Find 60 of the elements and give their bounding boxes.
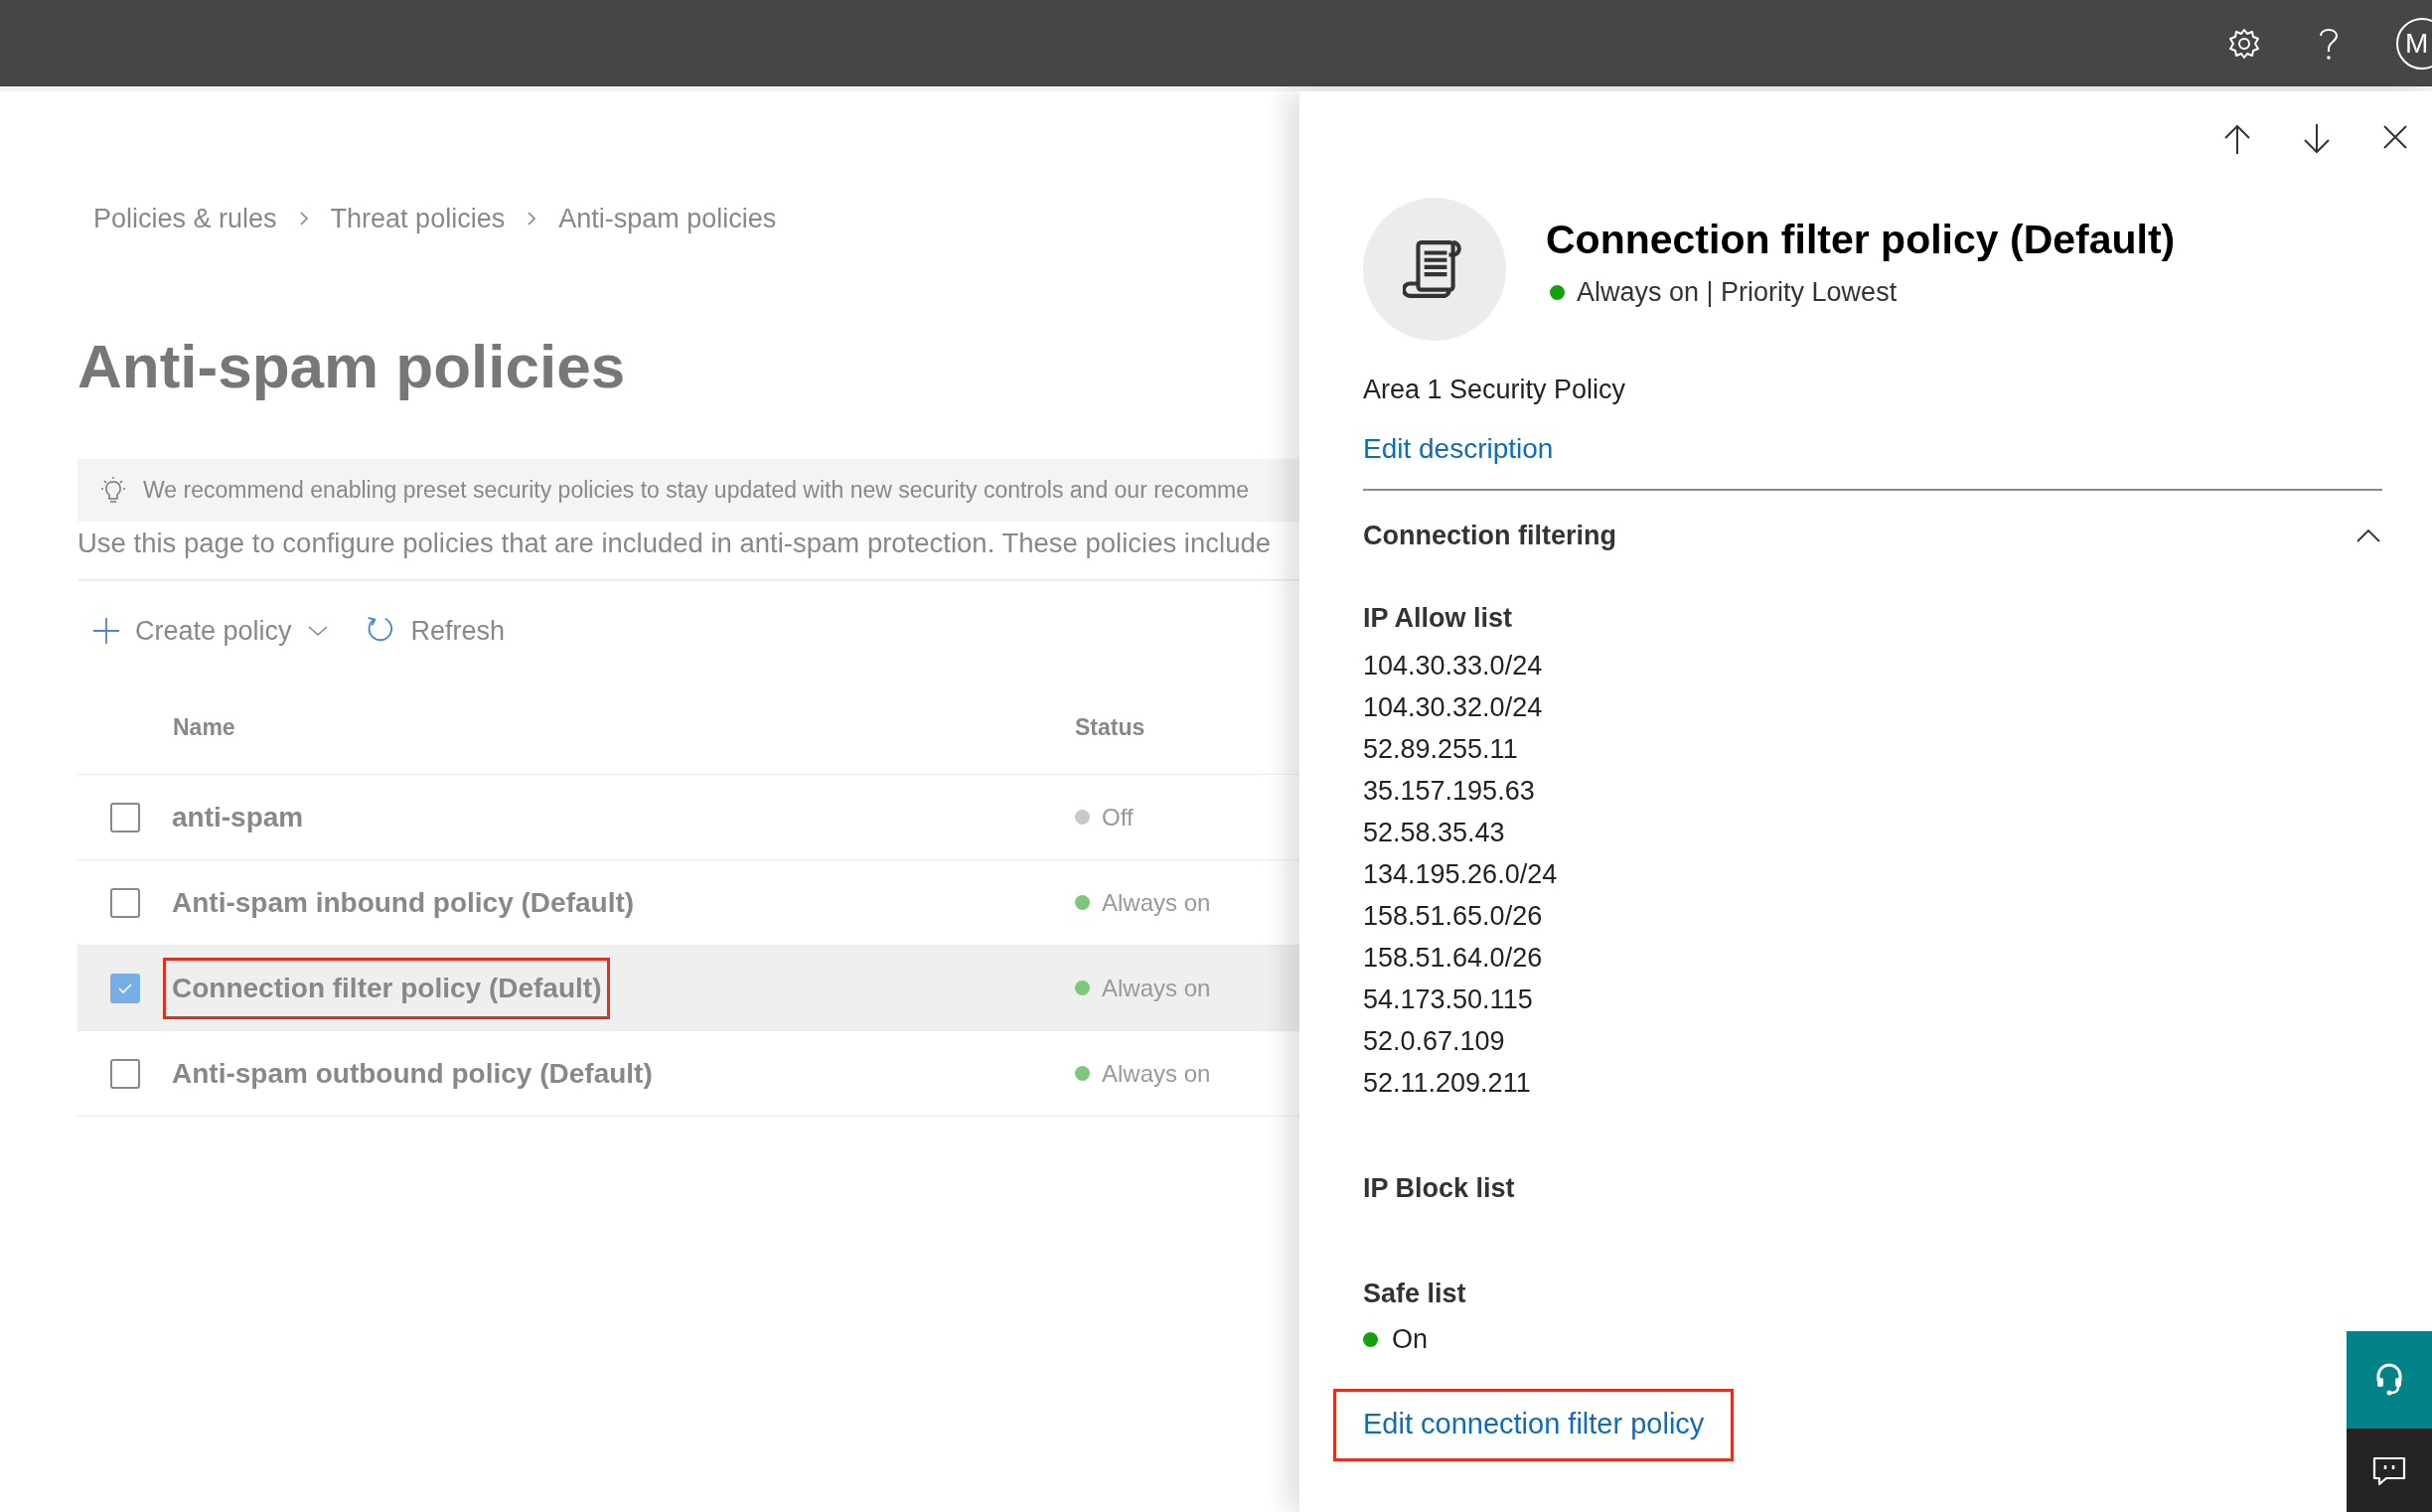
ip-address: 52.89.255.11 xyxy=(1363,733,1519,766)
chevron-up-icon xyxy=(2356,529,2380,542)
lightbulb-icon xyxy=(101,477,125,504)
column-header[interactable]: Name xyxy=(173,713,1075,741)
ip-address: 54.173.50.115 xyxy=(1363,983,1534,1016)
status-text: Always on xyxy=(1102,1059,1211,1088)
selected-row[interactable]: Connection filter policy (Default) Always on xyxy=(77,946,1299,1031)
checkmark-icon xyxy=(117,981,133,995)
list-heading: IP Block list xyxy=(1363,1172,1516,1205)
section-header[interactable]: Connection filtering xyxy=(1363,521,2382,551)
chevron-right-icon xyxy=(298,211,309,227)
chevron-down-icon xyxy=(307,625,328,637)
chevron-right-icon xyxy=(527,211,537,227)
arrow-down-icon[interactable] xyxy=(2303,124,2331,156)
ip-address: 35.157.195.63 xyxy=(1363,775,1536,808)
status-text: Always on xyxy=(1102,888,1211,917)
checkbox[interactable] xyxy=(110,887,140,918)
arrow-up-icon[interactable] xyxy=(2223,124,2251,156)
breadcrumb-link[interactable]: Anti-spam policies xyxy=(558,203,777,234)
panel-title: Connection filter policy (Default) xyxy=(1546,217,2176,263)
support-button[interactable] xyxy=(2347,1331,2432,1429)
refresh-button[interactable]: Refresh xyxy=(363,615,506,647)
checkbox[interactable] xyxy=(110,973,140,1003)
close-icon[interactable] xyxy=(2382,124,2408,150)
ip-address: 52.0.67.109 xyxy=(1363,1025,1506,1058)
plus-icon xyxy=(93,618,119,644)
description-text: Use this page to configure policies that are included in anti-spam protection. These policies include xyxy=(77,527,1273,560)
edit-description-link[interactable]: Edit description xyxy=(1363,433,2382,465)
chat-icon xyxy=(2372,1456,2406,1486)
feedback-button[interactable] xyxy=(2347,1429,2432,1512)
policy-name[interactable]: Anti-spam outbound policy (Default) xyxy=(163,1042,662,1105)
headset-icon xyxy=(2374,1363,2404,1397)
edit-policy-link[interactable]: Edit connection filter policy xyxy=(1333,1389,1735,1461)
settings-icon[interactable] xyxy=(2227,26,2261,61)
ip-address: 52.11.209.211 xyxy=(1363,1067,1532,1100)
recommendation-text: We recommend enabling preset security policies to stay updated with new security controls and our recomme xyxy=(143,477,1250,504)
checkbox[interactable] xyxy=(110,802,140,832)
page-title: Anti-spam policies xyxy=(77,331,627,402)
ip-address: 158.51.65.0/26 xyxy=(1363,900,1544,933)
status-text: Always on xyxy=(1102,974,1211,1002)
list-heading: IP Allow list xyxy=(1363,602,1514,635)
ip-address: 134.195.26.0/24 xyxy=(1363,858,1559,891)
status-text: On xyxy=(1392,1324,1429,1355)
breadcrumb-link[interactable]: Policies & rules xyxy=(93,203,277,234)
column-header[interactable]: Status xyxy=(1075,713,1145,741)
list-heading: Safe list xyxy=(1363,1278,1467,1310)
policy-name[interactable]: Anti-spam inbound policy (Default) xyxy=(163,871,644,934)
policy-name[interactable]: anti-spam xyxy=(163,786,313,848)
avatar[interactable]: M xyxy=(2396,17,2432,70)
breadcrumb-link[interactable]: Threat policies xyxy=(330,203,506,234)
policy-description: Area 1 Security Policy xyxy=(1363,375,1627,405)
create-policy-button[interactable]: Create policy xyxy=(93,615,328,647)
ip-address: 104.30.33.0/24 xyxy=(1363,650,1544,682)
status-text: Always on | Priority Lowest xyxy=(1577,277,1898,308)
status-text: Off xyxy=(1102,803,1134,832)
ip-address: 104.30.32.0/24 xyxy=(1363,691,1544,724)
checkbox[interactable] xyxy=(110,1058,140,1089)
ip-address: 52.58.35.43 xyxy=(1363,817,1506,849)
ip-address: 158.51.64.0/26 xyxy=(1363,942,1544,975)
policy-name[interactable]: Connection filter policy (Default) xyxy=(163,957,611,1019)
